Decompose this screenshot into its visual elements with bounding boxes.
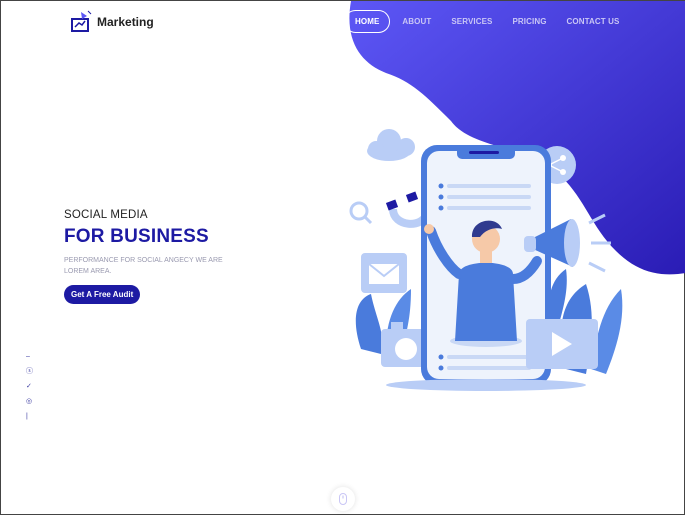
brand-name: Marketing [97,15,154,29]
twitter-icon[interactable]: – [26,353,33,361]
free-audit-button[interactable]: Get A Free Audit [64,285,141,304]
main-nav: HOME ABOUT SERVICES PRICING CONTACT US [344,10,629,33]
search-icon [349,201,373,225]
dribbble-icon[interactable]: ◎ [26,398,33,406]
hero-section: SOCIAL MEDIA FOR BUSINESS PERFORMANCE FO… [64,209,224,304]
hero-subtitle: SOCIAL MEDIA [64,209,148,221]
marketing-illustration [349,129,623,391]
video-play-icon [526,319,598,369]
vimeo-icon[interactable]: ✓ [26,383,33,391]
nav-about[interactable]: ABOUT [392,17,441,26]
nav-contact-us[interactable]: CONTACT US [557,17,630,26]
mouse-icon [339,493,347,505]
nav-pricing[interactable]: PRICING [502,17,556,26]
brand-logo[interactable]: Marketing [69,10,154,34]
skype-icon[interactable]: ⓢ [26,368,33,376]
social-links: – ⓢ ✓ ◎ | [26,353,33,421]
magnet-icon [385,191,431,228]
linkedin-icon[interactable]: | [26,413,33,421]
nav-services[interactable]: SERVICES [441,17,502,26]
nav-home[interactable]: HOME [344,10,391,33]
scroll-down-button[interactable] [331,487,355,511]
email-icon [361,253,407,293]
cloud-icon [367,129,415,161]
hero-description: PERFORMANCE FOR SOCIAL ANGECY WE ARE LOR… [64,257,223,275]
megaphone-logo-icon [71,10,92,32]
hero-title: FOR BUSINESS [64,226,209,247]
